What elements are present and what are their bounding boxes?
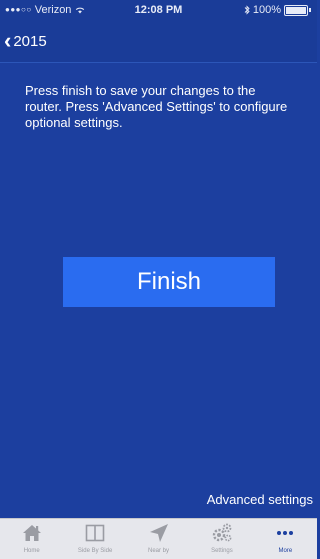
battery-percent: 100% [252, 4, 281, 16]
tab-home[interactable]: Home [0, 519, 63, 559]
back-button-label: 2015 [13, 32, 47, 50]
tab-more-label: More [278, 548, 293, 554]
status-bar: ●●●○○ Verizon 12:08 PM 100% [0, 0, 317, 22]
navigation-bar: ‹ 2015 [0, 22, 317, 62]
finish-button[interactable]: Finish [63, 257, 275, 307]
tab-near-by-label: Near by [148, 548, 170, 554]
tab-settings-label: Settings [211, 548, 233, 554]
home-icon [22, 525, 41, 541]
back-button[interactable]: ‹ 2015 [4, 30, 47, 52]
tab-more[interactable]: More [254, 519, 317, 559]
instructions-text: Press finish to save your changes to the… [25, 83, 288, 130]
tab-home-label: Home [23, 548, 40, 554]
gears-icon [212, 523, 232, 542]
chevron-left-icon: ‹ [4, 28, 12, 53]
tab-side-by-side-label: Side By Side [77, 548, 113, 554]
advanced-settings-link[interactable]: Advanced settings [207, 492, 313, 507]
bluetooth-icon [244, 5, 250, 15]
nav-divider [0, 62, 317, 63]
battery-icon [284, 4, 308, 16]
columns-icon [85, 524, 105, 542]
battery-tip [309, 8, 311, 12]
location-arrow-icon [149, 524, 168, 542]
tab-bar: Home Side By Side Near by Settings More [0, 518, 317, 559]
tab-settings[interactable]: Settings [190, 519, 253, 559]
tab-near-by[interactable]: Near by [127, 519, 190, 559]
status-right-group: 100% [244, 4, 311, 16]
tab-side-by-side[interactable]: Side By Side [63, 519, 126, 559]
more-dots-icon [277, 531, 294, 535]
